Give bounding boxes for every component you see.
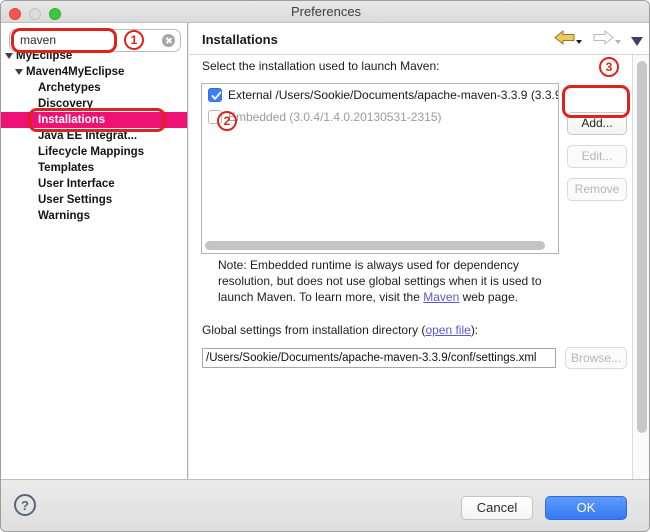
clear-search-icon[interactable]: [162, 34, 175, 47]
cancel-button[interactable]: Cancel: [461, 496, 533, 520]
tree-item-archetypes[interactable]: Archetypes: [1, 80, 187, 96]
tree-item-lifecycle-mappings[interactable]: Lifecycle Mappings: [1, 144, 187, 160]
page-navigation-toolbar: [554, 30, 643, 48]
tree-item-label: Discovery: [38, 98, 93, 110]
view-menu-icon[interactable]: [631, 37, 643, 46]
embedded-runtime-note: Note: Embedded runtime is always used fo…: [218, 257, 576, 305]
tree-item-discovery[interactable]: Discovery: [1, 96, 187, 112]
settings-path-input[interactable]: [202, 348, 556, 368]
browse-button[interactable]: Browse...: [565, 347, 627, 369]
dialog-footer: ? Cancel OK: [1, 479, 650, 532]
tree-item-label: Java EE Integrat...: [38, 130, 137, 142]
tree-item-label: Maven4MyEclipse: [26, 66, 124, 78]
back-history-caret-icon[interactable]: [576, 40, 582, 44]
window-title: Preferences: [1, 1, 650, 23]
tree-item-label: Templates: [38, 162, 94, 174]
preferences-tree: MyEclipse Maven4MyEclipse Archetypes Dis…: [1, 48, 187, 224]
list-item-external-maven[interactable]: External /Users/Sookie/Documents/apache-…: [202, 84, 558, 106]
titlebar: Preferences: [1, 1, 650, 23]
tree-item-warnings[interactable]: Warnings: [1, 208, 187, 224]
tree-item-templates[interactable]: Templates: [1, 160, 187, 176]
tree-item-label: User Interface: [38, 178, 115, 190]
tree-item-label: MyEclipse: [16, 50, 72, 62]
tree-item-maven4myeclipse[interactable]: Maven4MyEclipse: [1, 64, 187, 80]
tree-item-label: User Settings: [38, 194, 112, 206]
minimize-button[interactable]: [29, 8, 41, 20]
page-title: Installations: [202, 32, 278, 47]
disclosure-triangle-icon[interactable]: [5, 53, 13, 59]
preferences-window: Preferences maven MyEclipse Maven4MyEcli…: [0, 0, 650, 532]
global-settings-label-suffix: ):: [471, 323, 478, 337]
list-item-label: Embedded (3.0.4/1.4.0.20130531-2315): [228, 106, 442, 128]
list-item-label: External /Users/Sookie/Documents/apache-…: [228, 84, 559, 106]
note-text-after: web page.: [459, 290, 518, 304]
list-item-embedded-maven[interactable]: Embedded (3.0.4/1.4.0.20130531-2315): [202, 106, 558, 128]
forward-history-caret-icon[interactable]: [615, 40, 621, 44]
back-arrow-icon[interactable]: [554, 30, 575, 50]
select-installation-label: Select the installation used to launch M…: [202, 59, 439, 73]
content-area: maven MyEclipse Maven4MyEclipse Archetyp…: [1, 23, 650, 479]
zoom-button[interactable]: [49, 8, 61, 20]
open-file-link[interactable]: open file: [425, 323, 470, 337]
vertical-scrollbar-thumb[interactable]: [637, 61, 647, 433]
installations-list[interactable]: External /Users/Sookie/Documents/apache-…: [201, 83, 559, 254]
close-button[interactable]: [9, 8, 21, 20]
preferences-sidebar: maven MyEclipse Maven4MyEclipse Archetyp…: [1, 23, 187, 479]
tree-item-label: Installations: [38, 114, 105, 126]
tree-item-java-ee-integration[interactable]: Java EE Integrat...: [1, 128, 187, 144]
vertical-scrollbar-track[interactable]: [632, 55, 650, 479]
horizontal-scrollbar-thumb[interactable]: [205, 241, 545, 250]
add-button[interactable]: Add...: [567, 112, 627, 135]
edit-button[interactable]: Edit...: [567, 145, 627, 168]
header-separator: [189, 54, 650, 55]
ok-button[interactable]: OK: [545, 496, 627, 520]
tree-item-label: Lifecycle Mappings: [38, 146, 144, 158]
checkbox-checked-icon[interactable]: [208, 88, 222, 102]
global-settings-label: Global settings from installation direct…: [202, 323, 478, 337]
tree-item-label: Archetypes: [38, 82, 101, 94]
tree-item-user-interface[interactable]: User Interface: [1, 176, 187, 192]
help-button[interactable]: ?: [14, 494, 36, 516]
checkbox-unchecked-icon[interactable]: [208, 110, 222, 124]
maven-link[interactable]: Maven: [423, 290, 459, 304]
tree-item-label: Warnings: [38, 210, 90, 222]
tree-item-installations[interactable]: Installations: [1, 112, 187, 128]
global-settings-label-text: Global settings from installation direct…: [202, 323, 425, 337]
forward-arrow-icon[interactable]: [593, 30, 614, 50]
installations-panel: Installations Select the installation us…: [189, 23, 650, 479]
disclosure-triangle-icon[interactable]: [15, 69, 23, 75]
tree-item-user-settings[interactable]: User Settings: [1, 192, 187, 208]
tree-item-myeclipse[interactable]: MyEclipse: [1, 48, 187, 64]
remove-button[interactable]: Remove: [567, 178, 627, 201]
